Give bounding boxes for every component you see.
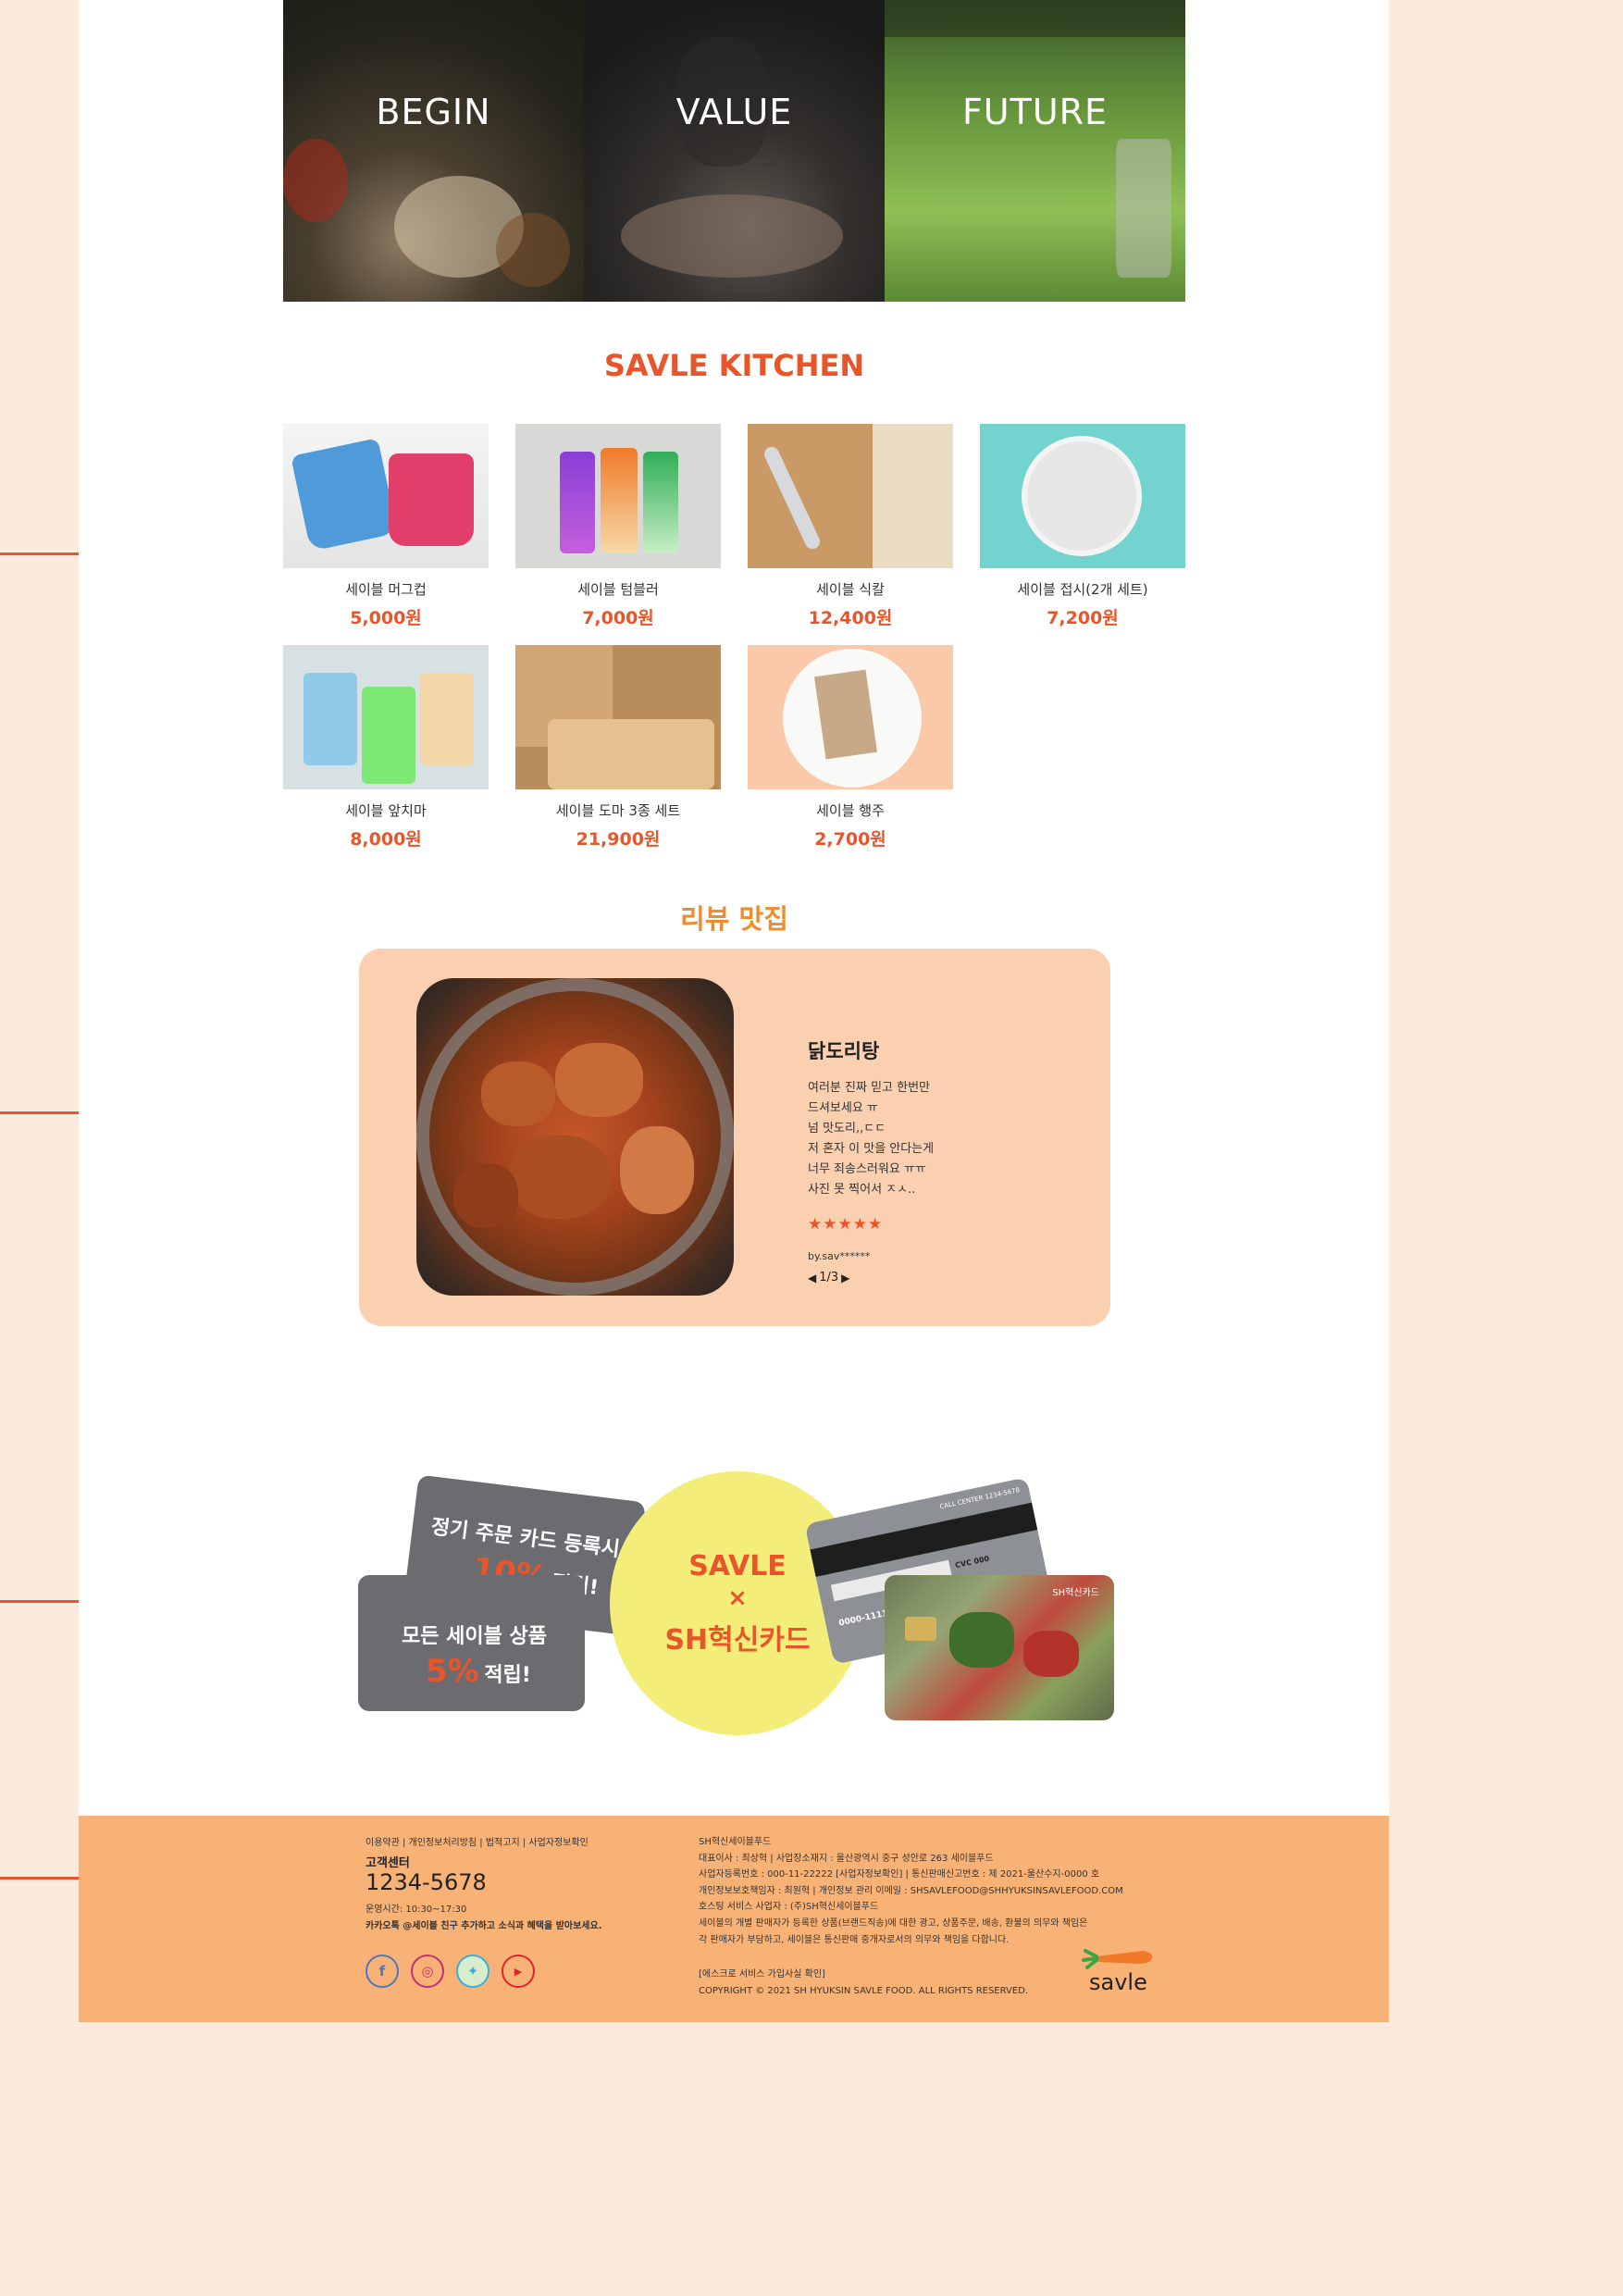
footer-info-line: 개인정보보호책임자 : 최원혁 | 개인정보 관리 이메일 : SHSAVLEF… [699, 1885, 1123, 1896]
review-page-indicator: 1/3 [819, 1271, 839, 1285]
hero-panel-begin[interactable]: BEGIN [283, 0, 584, 302]
product-price: 12,400원 [808, 608, 893, 628]
product-image-plate [980, 424, 1185, 568]
review-line: 사진 못 찍어서 ㅈㅅ.. [808, 1183, 916, 1197]
product-card-apron[interactable]: 세이블 앞치마 8,000원 [283, 645, 489, 850]
promo-tag2-text: 모든 세이블 상품 [402, 1625, 547, 1648]
footer-company-info: SH혁신세이블푸드 대표이사 : 최상혁 | 사업장소재지 : 울산광역시 중구… [699, 1834, 1123, 1948]
review-author: by.sav****** [808, 1250, 871, 1262]
product-price: 5,000원 [350, 608, 422, 628]
product-image-apron [283, 645, 489, 789]
review-pager: ◀ 1/3 ▶ [808, 1271, 849, 1285]
footer-social-icons: f ◎ ✦ ▶ [365, 1955, 535, 1988]
review-line: 드셔보세요 ㅠ [808, 1101, 878, 1115]
review-card: 닭도리탕 여러분 진짜 믿고 한번만 드셔보세요 ㅠ 넘 맛도리,,ㄷㄷ 저 혼… [359, 949, 1110, 1326]
review-line: 너무 죄송스러워요 ㅠㅠ [808, 1162, 926, 1176]
card-promo-banner[interactable]: 정기 주문 카드 등록시 10% 적립! 모든 세이블 상품 5% 적립! SA… [356, 1471, 1115, 1740]
footer-info-line: 호스팅 서비스 사업자 : (주)SH혁신세이블푸드 [699, 1902, 879, 1913]
logo-text: savle [1089, 1969, 1147, 1995]
review-line: 저 혼자 이 맛을 안다는게 [808, 1142, 935, 1156]
review-text: 여러분 진짜 믿고 한번만 드셔보세요 ㅠ 넘 맛도리,,ㄷㄷ 저 혼자 이 맛… [808, 1078, 1011, 1200]
review-rating-stars: ★★★★★ [808, 1215, 884, 1234]
promo-tag1-text: 정기 주문 카드 등록시 [429, 1515, 622, 1562]
youtube-icon[interactable]: ▶ [502, 1955, 535, 1988]
product-image-knife [748, 424, 953, 568]
promo-tag-all-products: 모든 세이블 상품 5% 적립! [358, 1575, 585, 1711]
card-front-name: SH혁신카드 [1052, 1588, 1099, 1598]
product-card-mug[interactable]: 세이블 머그컵 5,000원 [283, 424, 489, 629]
facebook-icon[interactable]: f [365, 1955, 399, 1988]
hero-label-begin: BEGIN [376, 92, 491, 132]
bank-card-front: SH혁신카드 [885, 1575, 1114, 1720]
footer-cs-title: 고객센터 [365, 1856, 410, 1870]
instagram-icon[interactable]: ◎ [411, 1955, 444, 1988]
twitter-icon[interactable]: ✦ [456, 1955, 489, 1988]
kitchen-section-title: SAVLE KITCHEN [603, 348, 865, 383]
hero-label-value: VALUE [675, 92, 793, 132]
footer-legal: [에스크로 서비스 가입사실 확인] COPYRIGHT © 2021 SH H… [699, 1967, 1028, 1999]
footer-info-line: 사업자등록번호 : 000-11-22222 [사업자정보확인] | 통신판매신… [699, 1869, 1100, 1880]
product-price: 21,900원 [576, 829, 661, 850]
review-line: 넘 맛도리,,ㄷㄷ [808, 1122, 886, 1136]
product-name: 세이블 머그컵 [345, 581, 427, 598]
card-back-cvc: CVC 000 [954, 1554, 990, 1570]
product-name: 세이블 행주 [816, 802, 885, 819]
product-card-cutting-board[interactable]: 세이블 도마 3종 세트 21,900원 [515, 645, 721, 850]
product-image-cutting-board [515, 645, 721, 789]
product-card-knife[interactable]: 세이블 식칼 12,400원 [748, 424, 953, 629]
savle-logo[interactable]: savle [1078, 1943, 1161, 1995]
hero-label-future: FUTURE [961, 92, 1109, 132]
hero-panel-value[interactable]: VALUE [584, 0, 885, 302]
product-price: 7,200원 [1047, 608, 1119, 628]
product-card-tumbler[interactable]: 세이블 텀블러 7,000원 [515, 424, 721, 629]
footer-copyright: COPYRIGHT © 2021 SH HYUKSIN SAVLE FOOD. … [699, 1985, 1029, 1996]
hero-banner: BEGIN VALUE FUTURE [283, 0, 1185, 302]
footer-info-line: SH혁신세이블푸드 [699, 1837, 772, 1847]
product-image-tumbler [515, 424, 721, 568]
product-price: 8,000원 [350, 829, 422, 850]
review-line: 여러분 진짜 믿고 한번만 [808, 1081, 930, 1095]
product-name: 세이블 텀블러 [577, 581, 659, 598]
product-name: 세이블 식칼 [816, 581, 885, 598]
review-dish-title: 닭도리탕 [808, 1040, 880, 1062]
footer-kakao: 카카오톡 @세이블 친구 추가하고 소식과 혜택을 받아보세요. [365, 1921, 602, 1931]
product-price: 7,000원 [582, 608, 654, 628]
product-name: 세이블 접시(2개 세트) [1017, 581, 1148, 598]
site-footer: 이용약관 | 개인정보처리방침 | 법적고지 | 사업자정보확인 고객센터 12… [79, 1816, 1389, 2022]
review-photo [416, 978, 734, 1296]
footer-escrow-link[interactable]: [에스크로 서비스 가입사실 확인] [699, 1967, 1028, 1983]
prev-arrow-icon[interactable]: ◀ [808, 1272, 816, 1285]
footer-info-line: 각 판매자가 부담하고, 세이블은 통신판매 중개자로서의 의무와 책임을 다합… [699, 1934, 1010, 1945]
promo-tag2-suffix: 적립! [484, 1664, 531, 1687]
review-section-title: 리뷰 맛집 [680, 903, 788, 935]
promo-tag2-reward: 5% 적립! [426, 1653, 531, 1690]
next-arrow-icon[interactable]: ▶ [841, 1272, 849, 1285]
hero-panel-future[interactable]: FUTURE [885, 0, 1185, 302]
product-price: 2,700원 [814, 829, 886, 850]
footer-info-line: 세이블의 개별 판매자가 등록한 상품(브랜드직송)에 대한 광고, 상품주문,… [699, 1917, 1088, 1929]
promo-tag2-percent: 5% [426, 1653, 479, 1690]
footer-hours: 운영시간: 10:30~17:30 [365, 1905, 467, 1915]
card-back-number: 0000-1111 [837, 1608, 889, 1629]
footer-info-line: 대표이사 : 최상혁 | 사업장소재지 : 울산광역시 중구 성안로 263 세… [699, 1853, 994, 1864]
product-card-dishcloth[interactable]: 세이블 행주 2,700원 [748, 645, 953, 850]
footer-links[interactable]: 이용약관 | 개인정보처리방침 | 법적고지 | 사업자정보확인 [365, 1834, 588, 1848]
product-image-mug [283, 424, 489, 568]
product-name: 세이블 앞치마 [345, 802, 427, 819]
footer-phone: 1234-5678 [365, 1869, 487, 1895]
product-card-plate[interactable]: 세이블 접시(2개 세트) 7,200원 [980, 424, 1185, 629]
product-image-dishcloth [748, 645, 953, 789]
product-name: 세이블 도마 3종 세트 [555, 802, 681, 819]
